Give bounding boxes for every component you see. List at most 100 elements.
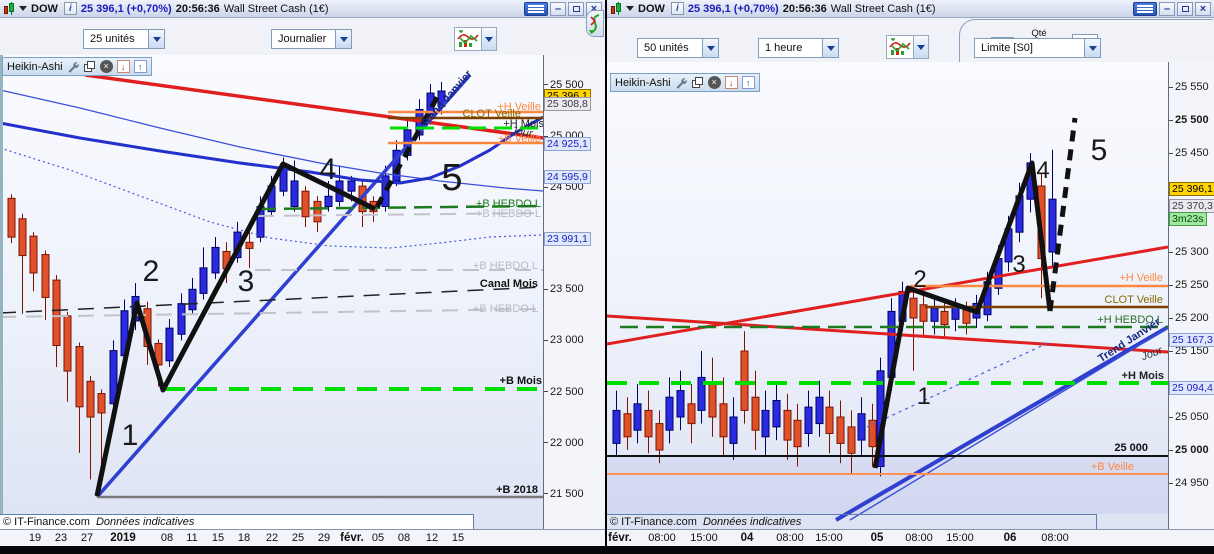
quote-time: 20:56:36	[782, 2, 827, 15]
units-dropdown[interactable]: 25 unités	[83, 29, 165, 49]
price-axis[interactable]: 25 550 25 500 25 450 25 300 25 250 25 200 25 1…	[1168, 62, 1214, 529]
close-button[interactable]: ×	[1195, 1, 1211, 16]
dropdown-arrow-icon[interactable]	[148, 29, 165, 49]
disclaimer-text: Données indicatives	[702, 516, 802, 528]
date-label: 15	[451, 532, 465, 544]
axis-tick: 23 500	[544, 283, 584, 295]
wrench-icon[interactable]	[67, 60, 80, 73]
axis-tick: 25 550	[1169, 81, 1209, 93]
chart-type-icon	[887, 36, 913, 58]
indicator-tag[interactable]: Heikin-Ashi × ↓ ↑	[610, 73, 760, 92]
indicator-tag[interactable]: Heikin-Ashi × ↓ ↑	[2, 57, 152, 76]
chevron-down-icon[interactable]	[626, 6, 634, 15]
maximize-button[interactable]	[1177, 1, 1193, 16]
price-curve-side-icon[interactable]	[586, 10, 604, 37]
price-label-current: 25 396,1	[1169, 181, 1214, 196]
order-entry-bar: Limite [S0] Qté	[959, 19, 1213, 62]
quote-price: 25 396,1 (+0,70%)	[80, 2, 172, 15]
timeframe-value: Journalier	[271, 29, 335, 49]
axis-tick: 25 050	[1169, 411, 1209, 423]
time-axis[interactable]: 19 23 27 2019 08 11 15 18 22 25 29 févr. 05 08 12 15	[0, 529, 605, 546]
dropdown-arrow-icon[interactable]	[822, 38, 839, 58]
minimize-button[interactable]: –	[550, 1, 566, 16]
close-icon[interactable]: ×	[707, 76, 721, 89]
date-label: févr.	[608, 532, 632, 544]
maximize-button[interactable]	[568, 1, 584, 16]
dropdown-arrow-icon[interactable]	[481, 28, 496, 50]
dropdown-arrow-icon[interactable]	[1084, 38, 1101, 58]
bottom-edge-bar	[0, 546, 1214, 554]
instrument-candle-icon	[610, 2, 622, 15]
chart-type-button[interactable]	[886, 35, 929, 59]
order-type-dropdown[interactable]: Limite [S0]	[974, 38, 1101, 58]
info-icon[interactable]: i	[670, 2, 684, 15]
dropdown-arrow-icon[interactable]	[913, 36, 928, 58]
date-label: 15:00	[946, 532, 974, 544]
price-label-gray: 25 308,8	[544, 97, 591, 112]
panel-edge-strip	[0, 55, 3, 529]
keyboard-icon[interactable]	[1133, 1, 1157, 16]
price-label-blue: 24 595,9	[544, 170, 591, 185]
chart-plot-area[interactable]	[607, 62, 1168, 529]
date-label: 08:00	[776, 532, 804, 544]
units-dropdown[interactable]: 50 unités	[637, 38, 719, 58]
axis-tick: 25 300	[1169, 246, 1209, 258]
dropdown-arrow-icon[interactable]	[702, 38, 719, 58]
title-bar: DOW i 25 396,1 (+0,70%) 20:56:36 Wall St…	[0, 0, 605, 18]
date-label: 15:00	[815, 532, 843, 544]
date-label: 08:00	[648, 532, 676, 544]
price-label-gray: 25 370,3	[1169, 198, 1214, 213]
copyright-bar: © IT-Finance.com Données indicatives	[607, 514, 1097, 529]
price-axis[interactable]: 25 50025 00024 50023 50023 00022 50022 0…	[543, 55, 605, 529]
order-type-value: Limite [S0]	[974, 38, 1084, 58]
copyright-bar: © IT-Finance.com Données indicatives	[0, 514, 474, 529]
price-label-blue: 25 094,4	[1169, 380, 1214, 395]
price-label-blue: 24 925,1	[544, 136, 591, 151]
chart-type-button[interactable]	[454, 27, 497, 51]
date-label: 15:00	[690, 532, 718, 544]
close-icon[interactable]: ×	[99, 60, 113, 73]
copy-icon[interactable]	[83, 60, 96, 73]
units-value: 50 unités	[637, 38, 702, 58]
instrument-name: Wall Street Cash (1€)	[830, 2, 936, 15]
timeframe-value: 1 heure	[758, 38, 822, 58]
axis-tick: 24 950	[1169, 477, 1209, 489]
wrench-icon[interactable]	[675, 76, 688, 89]
title-bar: DOW i 25 396,1 (+0,70%) 20:56:36 Wall St…	[607, 0, 1214, 18]
units-value: 25 unités	[83, 29, 148, 49]
axis-tick: 25 250	[1169, 279, 1209, 291]
date-label: 08:00	[1041, 532, 1069, 544]
date-label: 2019	[110, 532, 136, 544]
time-axis[interactable]: févr. 08:00 15:00 04 08:00 15:00 05 08:00 15:00 0…	[607, 529, 1214, 546]
copy-icon[interactable]	[691, 76, 704, 89]
move-up-icon[interactable]: ↑	[133, 60, 147, 73]
quote-time: 20:56:36	[175, 2, 220, 15]
move-up-icon[interactable]: ↑	[741, 76, 755, 89]
dropdown-arrow-icon[interactable]	[335, 29, 352, 49]
indicator-label: Heikin-Ashi	[615, 76, 671, 89]
axis-tick: 25 150	[1169, 345, 1209, 357]
move-down-icon[interactable]: ↓	[116, 60, 130, 73]
timeframe-dropdown[interactable]: 1 heure	[758, 38, 839, 58]
move-down-icon[interactable]: ↓	[724, 76, 738, 89]
chart-panel-hourly: DOW i 25 396,1 (+0,70%) 20:56:36 Wall St…	[607, 0, 1214, 546]
axis-tick: 23 000	[544, 334, 584, 346]
axis-tick: 25 450	[1169, 147, 1209, 159]
quote-price: 25 396,1 (+0,70%)	[687, 2, 779, 15]
chart-plot-area[interactable]	[0, 55, 543, 529]
info-icon[interactable]: i	[63, 2, 77, 15]
axis-tick: 21 500	[544, 488, 584, 500]
price-label-blue: 25 167,3	[1169, 332, 1214, 347]
instrument-name: Wall Street Cash (1€)	[223, 2, 329, 15]
instrument-candle-icon	[3, 2, 15, 15]
date-label: 06	[1003, 532, 1017, 544]
keyboard-icon[interactable]	[524, 1, 548, 16]
timeframe-dropdown[interactable]: Journalier	[271, 29, 352, 49]
axis-tick: 22 000	[544, 437, 584, 449]
minimize-button[interactable]: –	[1159, 1, 1175, 16]
copyright-text: © IT-Finance.com	[3, 516, 90, 528]
disclaimer-text: Données indicatives	[95, 516, 195, 528]
indicator-label: Heikin-Ashi	[7, 60, 63, 73]
chevron-down-icon[interactable]	[19, 6, 27, 15]
axis-tick: 22 500	[544, 386, 584, 398]
